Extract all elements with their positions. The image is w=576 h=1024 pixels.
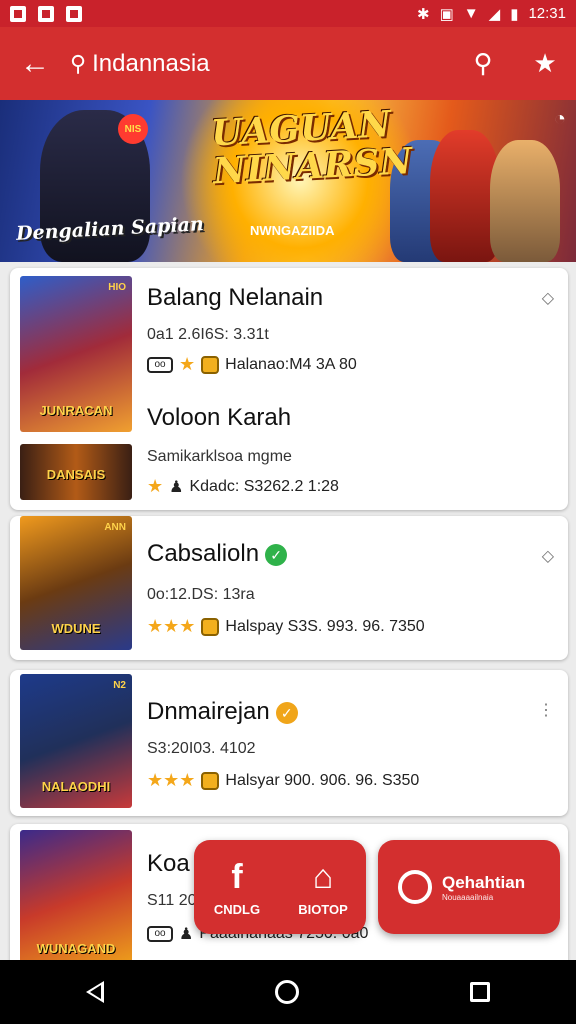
back-button[interactable]: ← [0, 47, 70, 81]
facebook-icon: f [231, 857, 243, 896]
star-icon: ★ [179, 354, 196, 374]
controller-icon: oo [147, 356, 173, 373]
game-name: Dnmairejan ✓ [147, 698, 298, 726]
more-options-icon[interactable]: ⋮ [538, 700, 554, 720]
game-stats-text: Kdadc: S3262.2 1:28 [189, 477, 339, 495]
more-options-icon[interactable]: ◇ [542, 546, 554, 566]
game-stats: oo ★ Halanao:M4 3A 80 [147, 354, 357, 375]
game-meta: 0o:12.DS: 13ra [147, 586, 255, 603]
nfc-icon: ▣ [439, 5, 454, 23]
game-thumbnail: HIO JUNRACAN [20, 276, 132, 432]
banner-badge: NIS [118, 114, 148, 144]
search-icon: ⚲ [70, 50, 87, 76]
facebook-share-label: CNDLG [213, 901, 261, 917]
thumbnail-label: NALAODHI [41, 779, 111, 794]
game-thumbnail: ANN WDUNE [20, 516, 132, 650]
thumbnail-tag: HIO [108, 282, 126, 293]
game-meta: S3:20I03. 4102 [147, 740, 256, 757]
promo-banner[interactable]: NIS ◔ UAGUAN NINARSN Dengalian Sapian NW… [0, 100, 576, 262]
banner-subtitle: NWNGAZIIDA [250, 223, 335, 238]
banner-options-icon[interactable]: ◔ [554, 108, 566, 131]
bluetooth-icon: ✱ [417, 5, 430, 23]
game-thumbnail: DANSAIS [20, 444, 132, 500]
star-icon: ★ [147, 476, 164, 496]
thumbnail-tag: N2 [113, 680, 126, 691]
wifi-icon: ▼ [463, 5, 479, 22]
game-name: Voloon Karah [147, 404, 292, 431]
share-fab-group: f CNDLG ⌂ BIOTOP [194, 840, 366, 934]
star-icon: ★★★ [147, 616, 196, 636]
verified-badge-icon: ✓ [275, 701, 298, 724]
action-fab-label: Qehahtian [442, 872, 526, 892]
game-thumbnail: N2 NALAODHI [20, 674, 132, 808]
thumbnail-label: WUNAGAND [36, 941, 116, 956]
action-fab-sublabel: Nouaaaailnaia [442, 892, 494, 902]
game-stats: ★ ♟ Kdadc: S3262.2 1:28 [147, 476, 339, 497]
more-options-icon[interactable]: ◇ [542, 288, 554, 308]
chat-icon [398, 870, 432, 904]
star-icon: ★★★ [147, 770, 196, 790]
coin-icon [201, 355, 220, 374]
user-icon: ♟ [179, 926, 194, 943]
game-stats-text: Halanao:M4 3A 80 [225, 355, 357, 373]
nav-back-button[interactable] [85, 981, 104, 1003]
game-name-text: Dnmairejan [147, 698, 270, 725]
game-name: Cabsalioln ✓ [147, 540, 288, 568]
signal-icon: ◢ [488, 5, 501, 23]
nav-recents-button[interactable] [470, 982, 491, 1002]
status-time: 12:31 [528, 5, 566, 22]
coin-icon [201, 771, 220, 790]
search-button[interactable]: ⚲ [452, 48, 514, 79]
game-stats-text: Halsyar 900. 906. 96. S350 [225, 771, 420, 789]
game-meta: Samikarklsoa mgme [147, 448, 292, 465]
action-fab[interactable]: Qehahtian Nouaaaailnaia [378, 840, 560, 934]
coin-icon [201, 617, 220, 636]
game-meta: S11 20 [147, 892, 197, 909]
game-card[interactable]: N2 NALAODHI Dnmairejan ✓ S3:20I03. 4102 ★… [10, 670, 568, 816]
search-query-title[interactable]: Indannasia [92, 50, 452, 78]
notification-icon [10, 5, 26, 22]
android-nav-bar [0, 960, 576, 1024]
nav-home-button[interactable] [274, 980, 299, 1004]
app-bar: ← ⚲ Indannasia ⚲ ★ [0, 27, 576, 100]
game-name-text: Cabsalioln [147, 540, 260, 567]
thumbnail-label: JUNRACAN [39, 403, 113, 418]
notification-icon [66, 5, 82, 22]
game-meta: 0a1 2.6I6S: 3.31t [147, 326, 269, 343]
bookmark-icon: ⌂ [312, 857, 334, 896]
thumbnail-label: DANSAIS [46, 467, 106, 482]
bookmark-share-button[interactable]: ⌂ BIOTOP [280, 840, 366, 934]
facebook-share-button[interactable]: f CNDLG [194, 840, 280, 934]
game-stats: ★★★ Halsyar 900. 906. 96. S350 [147, 770, 419, 791]
banner-title: UAGUAN NINARSN [210, 103, 414, 193]
user-icon: ♟ [169, 478, 184, 496]
game-stats-text: Halspay S3S. 993. 96. 7350 [225, 617, 425, 635]
thumbnail-label: WDUNE [51, 621, 101, 636]
game-card[interactable]: HIO JUNRACAN Balang Nelanain 0a1 2.6I6S:… [10, 268, 568, 510]
thumbnail-tag: ANN [104, 522, 126, 533]
game-name: Balang Nelanain [147, 284, 324, 311]
verified-check-icon: ✓ [265, 543, 288, 566]
game-thumbnail: WUNAGAND [20, 830, 132, 970]
battery-icon: ▮ [510, 5, 519, 23]
banner-hero-right [490, 140, 560, 262]
status-bar: ✱ ▣ ▼ ◢ ▮ 12:31 [0, 0, 576, 27]
controller-icon: oo [147, 926, 173, 942]
game-name: Koa [147, 850, 190, 877]
notification-icon [38, 5, 54, 22]
game-card[interactable]: ANN WDUNE Cabsalioln ✓ 0o:12.DS: 13ra ★★★… [10, 516, 568, 660]
bookmark-share-label: BIOTOP [298, 901, 348, 917]
favorite-star-button[interactable]: ★ [514, 48, 576, 79]
game-stats: ★★★ Halspay S3S. 993. 96. 7350 [147, 616, 425, 637]
